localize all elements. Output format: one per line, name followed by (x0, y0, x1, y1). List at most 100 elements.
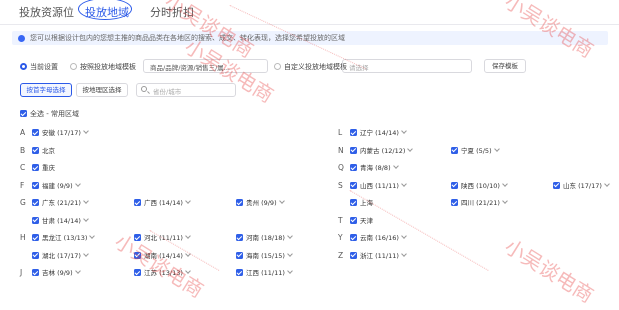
chevron-down-icon[interactable] (287, 250, 293, 257)
province-checkbox[interactable]: 福建 (9/9) (32, 180, 81, 190)
chevron-down-icon[interactable] (407, 145, 414, 152)
province-label: 贵州 (9/9) (246, 199, 277, 207)
radio-custom-template[interactable] (274, 63, 281, 70)
chevron-down-icon[interactable] (287, 268, 293, 274)
province-label: 辽宁 (14/14) (360, 129, 399, 137)
province-checkbox[interactable]: 河南 (18/18) (236, 232, 293, 242)
chevron-down-icon[interactable] (493, 145, 500, 152)
chevron-down-icon[interactable] (83, 250, 89, 257)
checkbox-icon (236, 234, 243, 241)
chevron-down-icon[interactable] (185, 268, 191, 274)
province-checkbox[interactable]: 广西 (14/14) (134, 197, 191, 207)
province-checkbox[interactable]: 贵州 (9/9) (236, 197, 285, 207)
letter-index-y: Y (338, 233, 343, 242)
chevron-down-icon[interactable] (401, 250, 407, 257)
letter-index-j: J (20, 268, 23, 277)
letter-index-f: F (20, 180, 25, 190)
province-checkbox[interactable]: 青海 (8/8) (350, 162, 399, 172)
letter-index-z: Z (338, 250, 344, 260)
chevron-down-icon[interactable] (74, 180, 81, 187)
province-checkbox[interactable]: 宁夏 (5/5) (451, 145, 500, 155)
select-by-region-button[interactable]: 按地理区选择 (76, 83, 128, 97)
chevron-down-icon[interactable] (89, 233, 96, 239)
province-checkbox[interactable]: 云南 (16/16) (350, 232, 407, 242)
province-label: 内蒙古 (12/12) (360, 146, 406, 155)
select-by-letter-button[interactable]: 按首字母选择 (20, 83, 72, 97)
province-checkbox[interactable]: 山东 (17/17) (553, 180, 610, 190)
province-checkbox[interactable]: 广东 (21/21) (32, 197, 89, 207)
province-checkbox[interactable]: 重庆 (32, 162, 55, 172)
province-label: 重庆 (42, 164, 55, 172)
tab-time-discount[interactable]: 分时折扣 (150, 4, 194, 20)
checkbox-icon (32, 164, 39, 171)
province-checkbox[interactable]: 北京 (32, 145, 55, 155)
province-label: 海南 (15/15) (246, 251, 285, 260)
province-checkbox[interactable]: 山西 (11/11) (350, 180, 407, 190)
province-checkbox[interactable]: 江西 (11/11) (236, 267, 293, 277)
save-template-button[interactable]: 保存模板 (484, 59, 526, 73)
chevron-down-icon[interactable] (278, 198, 285, 204)
chevron-down-icon[interactable] (83, 215, 89, 222)
checkbox-icon (134, 199, 141, 206)
province-label: 广西 (14/14) (144, 199, 183, 207)
chevron-down-icon[interactable] (604, 180, 610, 187)
province-checkbox[interactable]: 黑龙江 (13/13) (32, 232, 96, 242)
chevron-down-icon[interactable] (185, 198, 191, 204)
info-icon (18, 34, 25, 42)
checkbox-icon (32, 146, 39, 154)
letter-index-c: C (20, 163, 26, 172)
select-all-checkbox[interactable]: 全选 - 常用区域 (20, 109, 79, 119)
industry-template-select[interactable]: 商品/品牌/资源/销售三/属... (143, 59, 268, 73)
chevron-down-icon[interactable] (83, 198, 89, 204)
chevron-down-icon[interactable] (401, 180, 407, 187)
chevron-down-icon[interactable] (502, 180, 508, 187)
province-checkbox[interactable]: 浙江 (11/11) (350, 250, 407, 260)
province-checkbox[interactable]: 内蒙古 (12/12) (350, 145, 414, 155)
chevron-down-icon[interactable] (287, 233, 293, 239)
tab-bar: 投放资源位 投放地域 分时折扣 (0, 0, 619, 22)
checkbox-icon (350, 146, 357, 154)
chevron-down-icon[interactable] (401, 233, 407, 239)
province-label: 福建 (9/9) (42, 181, 73, 190)
province-label: 江西 (11/11) (246, 269, 285, 277)
checkbox-icon (236, 251, 243, 259)
province-checkbox[interactable]: 天津 (350, 215, 373, 225)
province-checkbox[interactable]: 甘肃 (14/14) (32, 215, 89, 225)
province-checkbox[interactable]: 江苏 (13/13) (134, 267, 191, 277)
checkbox-icon (350, 129, 357, 136)
chevron-down-icon[interactable] (83, 128, 89, 134)
province-checkbox[interactable]: 辽宁 (14/14) (350, 127, 407, 137)
checkbox-icon (451, 199, 458, 206)
letter-index-s: S (338, 180, 343, 190)
radio-current-setting[interactable] (20, 63, 27, 70)
province-checkbox[interactable]: 湖北 (17/17) (32, 250, 89, 260)
province-label: 青海 (8/8) (360, 164, 391, 172)
tab-divider (0, 24, 619, 25)
search-input[interactable]: 省份/城市 (136, 83, 236, 97)
province-checkbox[interactable]: 陕西 (10/10) (451, 180, 508, 190)
province-checkbox[interactable]: 四川 (21/21) (451, 197, 508, 207)
province-label: 天津 (360, 216, 373, 225)
checkbox-icon (32, 199, 39, 206)
chevron-down-icon[interactable] (185, 233, 191, 239)
province-checkbox[interactable]: 吉林 (9/9) (32, 267, 81, 277)
province-label: 浙江 (11/11) (360, 251, 399, 260)
chevron-down-icon[interactable] (392, 163, 399, 169)
province-label: 云南 (16/16) (360, 234, 399, 242)
chevron-down-icon[interactable] (401, 128, 407, 134)
province-checkbox[interactable]: 安徽 (17/17) (32, 127, 89, 137)
province-label: 黑龙江 (13/13) (42, 234, 88, 242)
radio-industry-template[interactable] (70, 63, 77, 70)
checkbox-icon (451, 181, 458, 189)
chevron-down-icon[interactable] (502, 198, 508, 204)
checkbox-icon (451, 146, 458, 154)
tab-resource-positions[interactable]: 投放资源位 (19, 4, 74, 20)
province-checkbox[interactable]: 海南 (15/15) (236, 250, 293, 260)
checkbox-icon (236, 269, 243, 276)
search-icon (141, 86, 147, 92)
custom-template-label: 自定义投放地域模板 (284, 63, 347, 71)
checkbox-icon (134, 269, 141, 276)
chevron-down-icon[interactable] (74, 268, 81, 274)
checkbox-icon (32, 181, 39, 189)
province-checkbox[interactable]: 湖南 (14/14) (134, 250, 191, 260)
